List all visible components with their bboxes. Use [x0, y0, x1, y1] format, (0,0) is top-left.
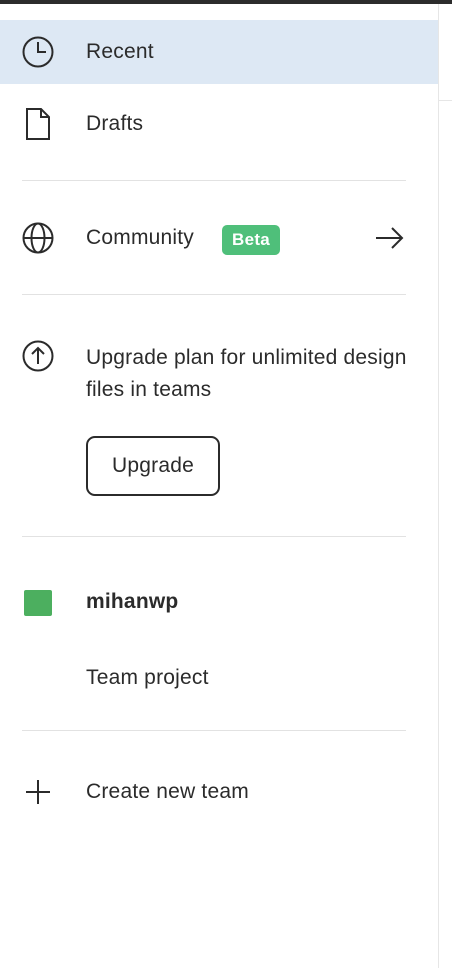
divider — [22, 536, 406, 537]
document-icon — [20, 106, 56, 142]
arrow-up-circle-icon — [20, 338, 56, 374]
sidebar-item-label: Recent — [86, 40, 154, 63]
upgrade-message: Upgrade plan for unlimited design files … — [86, 346, 407, 401]
sidebar-item-label: Drafts — [86, 112, 144, 135]
sidebar-item-label: Create new team — [86, 780, 249, 803]
team-color-swatch — [24, 590, 52, 616]
create-new-team-button[interactable]: Create new team — [0, 760, 438, 824]
globe-icon — [20, 220, 56, 256]
sidebar-item-label: Community — [86, 226, 194, 249]
plus-icon — [20, 774, 56, 810]
team-name: mihanwp — [86, 590, 179, 613]
beta-badge: Beta — [222, 225, 281, 255]
arrow-right-icon[interactable] — [372, 224, 406, 252]
upgrade-section: Upgrade plan for unlimited design files … — [0, 338, 438, 508]
upgrade-button[interactable]: Upgrade — [86, 436, 220, 496]
sidebar-item-recent[interactable]: Recent — [0, 20, 438, 84]
divider — [22, 730, 406, 731]
sidebar-item-label: Team project — [86, 666, 209, 689]
sidebar-item-team[interactable]: mihanwp — [0, 570, 438, 634]
sidebar-item-drafts[interactable]: Drafts — [0, 92, 438, 156]
divider — [22, 180, 406, 181]
sidebar: Recent Drafts Community Beta Upgrade pla… — [0, 4, 438, 968]
divider — [22, 294, 406, 295]
sidebar-border — [438, 4, 439, 968]
header-divider — [439, 100, 452, 101]
clock-icon — [20, 34, 56, 70]
page: Recent Drafts Community Beta Upgrade pla… — [0, 0, 452, 968]
sidebar-item-community[interactable]: Community Beta — [0, 206, 438, 270]
sidebar-item-team-project[interactable]: Team project — [0, 646, 438, 710]
